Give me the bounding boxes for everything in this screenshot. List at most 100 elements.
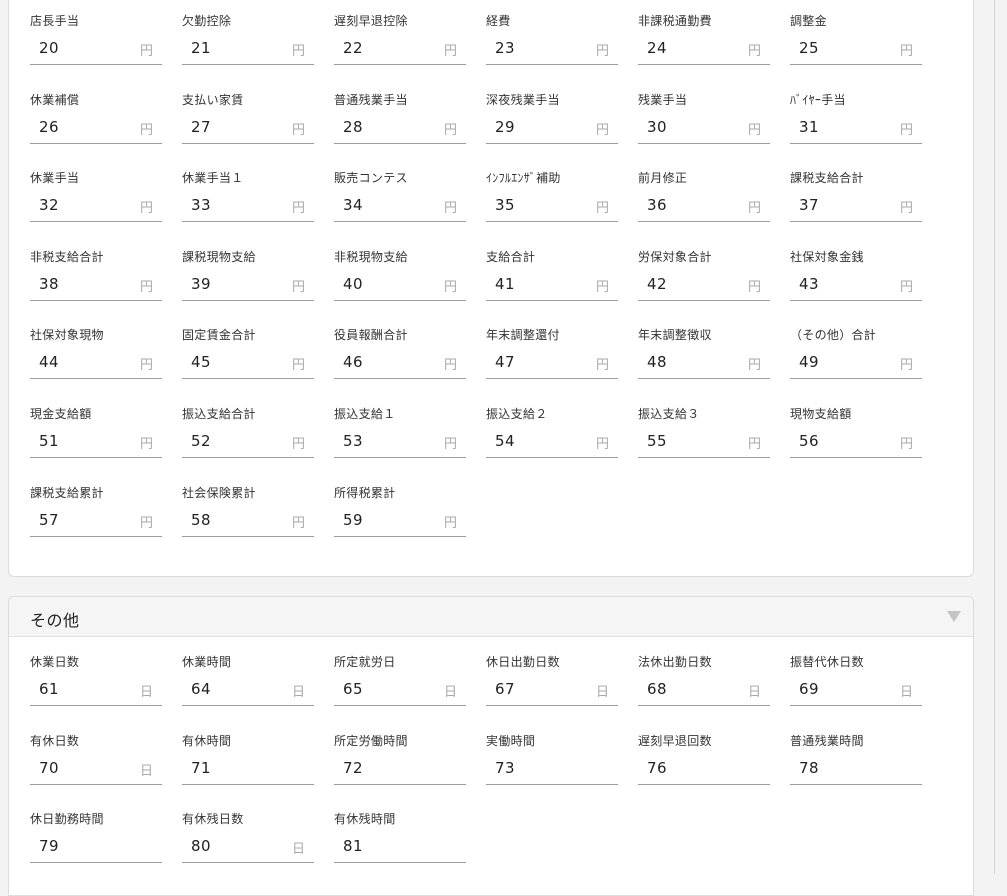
field-value: 59 [343,511,364,529]
amount-input[interactable]: 46 円 [334,346,466,379]
amount-input[interactable]: 56 円 [790,425,922,458]
amount-input[interactable]: 38 円 [30,268,162,301]
unit-suffix: 円 [595,44,609,59]
field-label: 支払い家賃 [182,93,244,107]
amount-input[interactable]: 29 円 [486,111,618,144]
amount-input[interactable]: 49 円 [790,346,922,379]
unit-suffix: 円 [443,516,457,531]
field-label: 調整金 [790,14,827,28]
unit-suffix: 円 [443,201,457,216]
unit-suffix: 円 [899,280,913,295]
form-field: 支給合計 41 円 [486,248,618,308]
field-label: 前月修正 [638,171,688,185]
amount-input[interactable]: 21 円 [182,32,314,65]
field-label: 現物支給額 [790,407,852,421]
unit-suffix: 円 [443,437,457,452]
unit-suffix: 円 [139,516,153,531]
field-label: 振込支給３ [638,407,700,421]
field-value: 34 [343,196,364,214]
form-field: 所定労働時間 72 [334,732,466,792]
amount-input[interactable]: 73 [486,752,618,785]
amount-input[interactable]: 79 [30,830,162,863]
unit-suffix: 日 [139,764,153,779]
amount-input[interactable]: 41 円 [486,268,618,301]
form-field: 振込支給１ 53 円 [334,405,466,465]
amount-input[interactable]: 59 円 [334,504,466,537]
amount-input[interactable]: 23 円 [486,32,618,65]
amount-input[interactable]: 61 日 [30,673,162,706]
amount-input[interactable]: 39 円 [182,268,314,301]
amount-input[interactable]: 26 円 [30,111,162,144]
unit-suffix: 円 [595,358,609,373]
amount-input[interactable]: 51 円 [30,425,162,458]
field-value: 47 [495,353,516,371]
amount-input[interactable]: 27 円 [182,111,314,144]
amount-input[interactable]: 25 円 [790,32,922,65]
amount-input[interactable]: 31 円 [790,111,922,144]
amount-input[interactable]: 42 円 [638,268,770,301]
amount-input[interactable]: 81 [334,830,466,863]
amount-input[interactable]: 57 円 [30,504,162,537]
amount-input[interactable]: 22 円 [334,32,466,65]
field-label: 固定賃金合計 [182,328,256,342]
form-field: 振替代休日数 69 日 [790,653,922,713]
amount-input[interactable]: 67 日 [486,673,618,706]
field-value: 55 [647,432,668,450]
amount-input[interactable]: 58 円 [182,504,314,537]
unit-suffix: 日 [899,685,913,700]
amount-input[interactable]: 70 日 [30,752,162,785]
section-header[interactable]: その他 [9,597,973,637]
unit-suffix: 日 [291,842,305,857]
amount-input[interactable]: 53 円 [334,425,466,458]
field-value: 29 [495,118,516,136]
amount-input[interactable]: 71 [182,752,314,785]
form-field: 有休残日数 80 日 [182,810,314,870]
amount-input[interactable]: 69 日 [790,673,922,706]
amount-input[interactable]: 47 円 [486,346,618,379]
field-label: 休日勤務時間 [30,812,104,826]
amount-input[interactable]: 65 日 [334,673,466,706]
form-field: 振込支給２ 54 円 [486,405,618,465]
unit-suffix: 円 [595,201,609,216]
amount-input[interactable]: 34 円 [334,189,466,222]
amount-input[interactable]: 28 円 [334,111,466,144]
amount-input[interactable]: 30 円 [638,111,770,144]
amount-input[interactable]: 48 円 [638,346,770,379]
unit-suffix: 円 [747,358,761,373]
amount-input[interactable]: 35 円 [486,189,618,222]
field-label: 振込支給１ [334,407,396,421]
form-field: 休業補償 26 円 [30,91,162,151]
amount-input[interactable]: 76 [638,752,770,785]
field-label: 有休日数 [30,734,80,748]
amount-input[interactable]: 44 円 [30,346,162,379]
triangle-down-icon[interactable] [947,611,961,623]
field-value: 65 [343,680,364,698]
unit-suffix: 円 [139,123,153,138]
amount-input[interactable]: 45 円 [182,346,314,379]
amount-input[interactable]: 36 円 [638,189,770,222]
amount-input[interactable]: 20 円 [30,32,162,65]
amount-input[interactable]: 37 円 [790,189,922,222]
amount-input[interactable]: 64 日 [182,673,314,706]
amount-input[interactable]: 68 日 [638,673,770,706]
field-value: 38 [39,275,60,293]
unit-suffix: 円 [747,201,761,216]
form-field: 休日出勤日数 67 日 [486,653,618,713]
amount-input[interactable]: 55 円 [638,425,770,458]
amount-input[interactable]: 80 日 [182,830,314,863]
amount-input[interactable]: 52 円 [182,425,314,458]
unit-suffix: 円 [139,201,153,216]
field-value: 28 [343,118,364,136]
amount-input[interactable]: 72 [334,752,466,785]
field-label: 休業手当 [30,171,80,185]
amount-input[interactable]: 24 円 [638,32,770,65]
amount-input[interactable]: 40 円 [334,268,466,301]
field-label: 休業補償 [30,93,80,107]
amount-input[interactable]: 78 [790,752,922,785]
amount-input[interactable]: 33 円 [182,189,314,222]
field-label: ｲﾝﾌﾙｴﾝｻﾞ補助 [486,171,561,185]
amount-input[interactable]: 54 円 [486,425,618,458]
field-label: 残業手当 [638,93,688,107]
amount-input[interactable]: 43 円 [790,268,922,301]
amount-input[interactable]: 32 円 [30,189,162,222]
